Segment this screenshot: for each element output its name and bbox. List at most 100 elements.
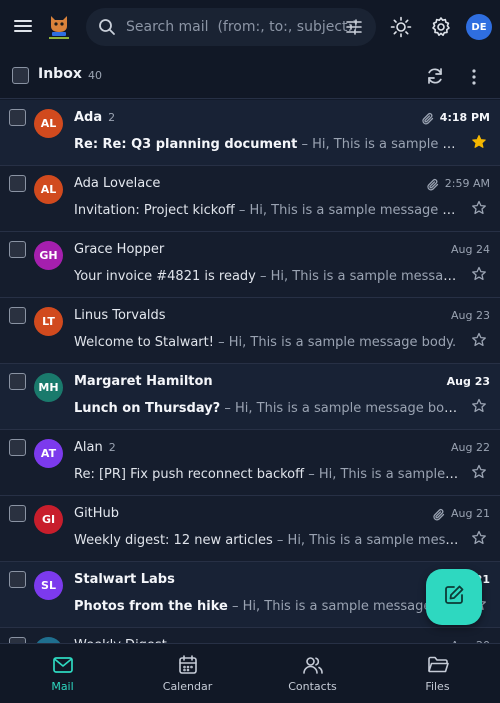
- folder-title: Inbox: [38, 66, 82, 82]
- message-row[interactable]: SLStalwart LabsAug 21Photos from the hik…: [0, 562, 500, 628]
- top-app-bar: DE: [0, 0, 500, 54]
- mail-icon: [52, 654, 74, 680]
- thread-count: 2: [108, 111, 116, 124]
- message-checkbox[interactable]: [9, 373, 26, 390]
- bottom-navigation: Mail Calendar Contacts Files: [0, 643, 500, 703]
- contacts-icon: [302, 654, 324, 680]
- star-icon[interactable]: [471, 464, 487, 484]
- attachment-icon: [426, 177, 440, 196]
- sender-name: Ada Lovelace: [74, 176, 161, 191]
- nav-files[interactable]: Files: [375, 644, 500, 703]
- message-preview: Re: Re: Q3 planning document – Hi, This …: [74, 137, 461, 152]
- sender-name: Grace Hopper: [74, 242, 165, 257]
- star-icon[interactable]: [471, 266, 487, 286]
- sender-name: Margaret Hamilton: [74, 374, 213, 389]
- message-subject: Lunch on Thursday?: [74, 401, 221, 416]
- theme-toggle-icon[interactable]: [390, 16, 412, 42]
- thread-count: 2: [108, 441, 116, 454]
- message-date: Aug 22: [451, 441, 490, 454]
- message-preview: Welcome to Stalwart! – Hi, This is a sam…: [74, 335, 461, 350]
- compose-button[interactable]: [426, 569, 482, 625]
- nav-calendar[interactable]: Calendar: [125, 644, 250, 703]
- sender-name: Alan 2: [74, 440, 116, 455]
- nav-mail[interactable]: Mail: [0, 644, 125, 703]
- message-snippet: – Hi, This is a sample message body.: [276, 533, 461, 548]
- sender-avatar: MH: [34, 373, 63, 402]
- message-row[interactable]: LT Linus Torvalds Aug 23 Welcome to Stalwar…: [0, 298, 500, 364]
- message-date: Aug 23: [451, 309, 490, 322]
- sender-avatar: GI: [34, 505, 63, 534]
- message-preview: Photos from the hike – Hi, This is a sam…: [74, 599, 461, 614]
- message-subject: Welcome to Stalwart!: [74, 335, 214, 350]
- message-subject: Photos from the hike: [74, 599, 228, 614]
- message-date: Aug 24: [451, 243, 490, 256]
- sender-name: Linus Torvalds: [74, 308, 166, 323]
- calendar-icon: [177, 654, 199, 680]
- user-avatar[interactable]: DE: [466, 14, 492, 40]
- message-checkbox[interactable]: [9, 439, 26, 456]
- message-row[interactable]: GH Grace Hopper Aug 24 Your invoice #4821 i…: [0, 232, 500, 298]
- sender-name: Ada 2: [74, 110, 116, 125]
- message-subject: Your invoice #4821 is ready: [74, 269, 256, 284]
- message-list: AL Ada 2 4:18 PM Re: Re: Q3 planning documen…: [0, 100, 500, 648]
- nav-contacts[interactable]: Contacts: [250, 644, 375, 703]
- star-filled-icon[interactable]: [471, 134, 487, 154]
- message-snippet: – Hi, This is a sample message body.: [301, 137, 461, 152]
- message-snippet: – Hi, This is a sample message body.: [260, 269, 461, 284]
- attachment-icon: [432, 507, 446, 526]
- sender-avatar: GH: [34, 241, 63, 270]
- message-snippet: – Hi, This is a sample message body.: [234, 203, 461, 218]
- more-options-icon[interactable]: [464, 67, 484, 91]
- folder-count: 40: [88, 69, 102, 82]
- message-checkbox[interactable]: [9, 109, 26, 126]
- message-checkbox[interactable]: [9, 241, 26, 258]
- message-date: 2:59 AM: [444, 177, 490, 190]
- message-date: Aug 21: [451, 507, 490, 520]
- folder-icon: [427, 654, 449, 680]
- sender-name: Stalwart Labs: [74, 572, 175, 587]
- message-subject: Invitation: Project kickoff: [74, 203, 235, 218]
- message-row[interactable]: MH Margaret Hamilton Aug 23 Lunch on Thursd…: [0, 364, 500, 430]
- message-preview: Re: [PR] Fix push reconnect backoff – Hi…: [74, 467, 461, 482]
- message-row[interactable]: AL Ada Lovelace 2:59 AM Invitation: Project…: [0, 166, 500, 232]
- message-checkbox[interactable]: [9, 505, 26, 522]
- message-row[interactable]: AT Alan 2 Aug 22 Re: [PR] Fix push reconnect…: [0, 430, 500, 496]
- message-snippet: – Hi, This is a sample message body.: [213, 335, 457, 350]
- star-icon[interactable]: [471, 332, 487, 352]
- message-subject: Weekly digest: 12 new articles: [74, 533, 273, 548]
- nav-label: Files: [425, 680, 450, 693]
- nav-label: Mail: [51, 680, 74, 693]
- sender-avatar: AL: [34, 175, 63, 204]
- message-date: Aug 23: [446, 375, 490, 388]
- attachment-icon: [421, 111, 435, 130]
- filter-icon[interactable]: [344, 17, 364, 41]
- app-logo[interactable]: [46, 12, 72, 40]
- settings-icon[interactable]: [430, 16, 452, 42]
- nav-label: Calendar: [162, 680, 213, 693]
- message-snippet: – Hi, This is a sample message body.: [220, 401, 461, 416]
- search-input[interactable]: [126, 16, 362, 38]
- inbox-header: Inbox 40: [0, 54, 500, 99]
- search-bar[interactable]: [86, 8, 376, 46]
- star-icon[interactable]: [471, 200, 487, 220]
- sender-avatar: AL: [34, 109, 63, 138]
- message-date: 4:18 PM: [439, 111, 490, 124]
- nav-label: Contacts: [288, 680, 337, 693]
- star-icon[interactable]: [471, 530, 487, 550]
- star-icon[interactable]: [471, 398, 487, 418]
- message-checkbox[interactable]: [9, 307, 26, 324]
- message-preview: Weekly digest: 12 new articles – Hi, Thi…: [74, 533, 461, 548]
- message-row[interactable]: GI GitHub Aug 21 Weekly digest: 12 new arti…: [0, 496, 500, 562]
- sender-name: GitHub: [74, 506, 120, 521]
- message-checkbox[interactable]: [9, 175, 26, 192]
- message-preview: Invitation: Project kickoff – Hi, This i…: [74, 203, 461, 218]
- message-subject: Re: Re: Q3 planning document: [74, 137, 298, 152]
- search-icon: [98, 18, 116, 40]
- refresh-icon[interactable]: [425, 66, 445, 90]
- message-row[interactable]: AL Ada 2 4:18 PM Re: Re: Q3 planning documen…: [0, 100, 500, 166]
- select-all-checkbox[interactable]: [12, 67, 29, 84]
- message-checkbox[interactable]: [9, 571, 26, 588]
- message-preview: Your invoice #4821 is ready – Hi, This i…: [74, 269, 461, 284]
- sender-avatar: LT: [34, 307, 63, 336]
- menu-icon[interactable]: [14, 17, 34, 35]
